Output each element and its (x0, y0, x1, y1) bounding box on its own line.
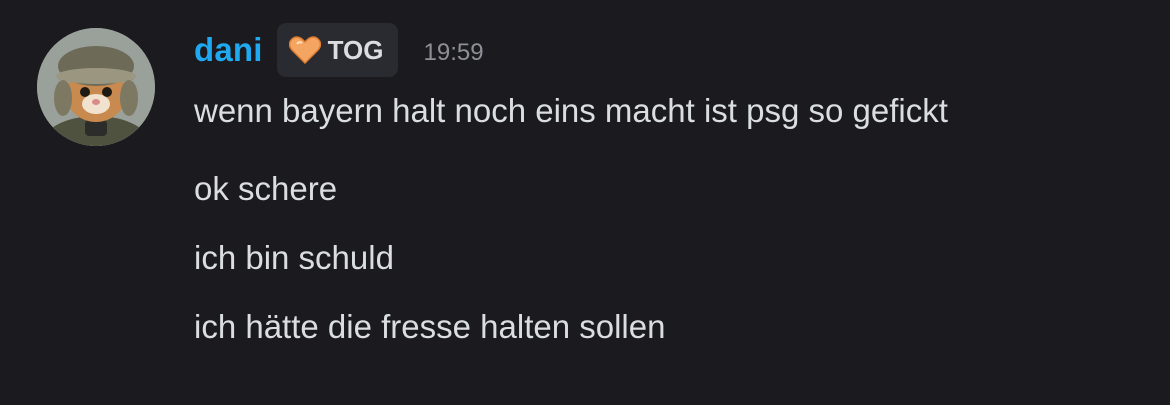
clan-tag-text: TOG (327, 34, 384, 65)
message-line: wenn bayern halt noch eins macht ist psg… (194, 92, 948, 129)
message-line: ich bin schuld (194, 239, 394, 276)
username[interactable]: dani (194, 31, 263, 69)
clan-tag[interactable]: TOG (276, 23, 398, 77)
timestamp[interactable]: 19:59 (424, 39, 484, 67)
orange-heart-icon (288, 36, 321, 64)
message-line: ich hätte die fresse halten sollen (194, 308, 666, 345)
avatar-image (37, 28, 155, 146)
message-group: dani TOG 19:59 wenn bayern halt noch ein… (0, 0, 1170, 405)
message-line: ok schere (194, 170, 338, 207)
message-header: dani TOG 19:59 (194, 22, 484, 78)
avatar[interactable] (37, 28, 155, 146)
